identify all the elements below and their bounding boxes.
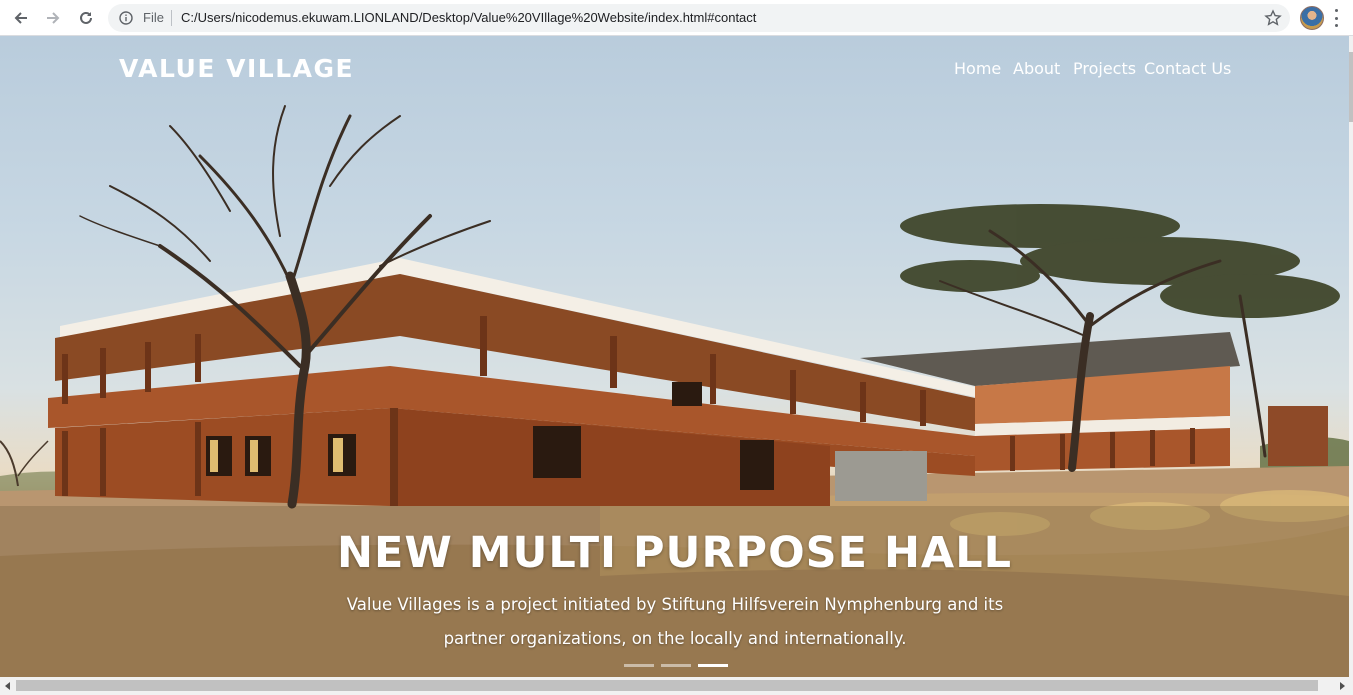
carousel-indicator-1[interactable] (624, 664, 654, 667)
menu-icon[interactable] (1334, 9, 1338, 27)
nav-about[interactable]: About (1013, 59, 1060, 78)
nav-contact[interactable]: Contact Us (1144, 59, 1231, 78)
hero-title: NEW MULTI PURPOSE HALL (336, 528, 1013, 578)
hero-carousel: VALUE VILLAGE Home About Projects Contac… (0, 36, 1349, 677)
file-label: File (143, 10, 164, 25)
carousel-indicator-3[interactable] (698, 664, 728, 667)
carousel-indicators (624, 664, 728, 667)
star-icon[interactable] (1264, 9, 1282, 27)
page-viewport: VALUE VILLAGE Home About Projects Contac… (0, 36, 1349, 677)
url-text[interactable]: C:/Users/nicodemus.ekuwam.LIONLAND/Deskt… (181, 10, 756, 25)
info-icon[interactable] (119, 11, 133, 25)
reload-icon[interactable] (74, 6, 98, 30)
scroll-right-icon[interactable] (1336, 680, 1348, 692)
omnibox-separator (171, 10, 172, 26)
hero-description: Value Villages is a project initiated by… (346, 595, 1004, 648)
carousel-indicator-2[interactable] (661, 664, 691, 667)
address-bar[interactable]: File C:/Users/nicodemus.ekuwam.LIONLAND/… (108, 4, 1290, 32)
back-icon[interactable] (9, 6, 33, 30)
horizontal-scroll-thumb[interactable] (16, 680, 1318, 691)
site-brand[interactable]: VALUE VILLAGE (119, 54, 354, 83)
vertical-scroll-thumb[interactable] (1349, 52, 1353, 122)
nav-home[interactable]: Home (954, 59, 1001, 78)
browser-toolbar: File C:/Users/nicodemus.ekuwam.LIONLAND/… (0, 0, 1353, 36)
profile-avatar[interactable] (1300, 6, 1324, 30)
horizontal-scrollbar[interactable] (0, 677, 1353, 695)
hero-photo (0, 105, 1349, 677)
scroll-left-icon[interactable] (2, 680, 14, 692)
nav-projects[interactable]: Projects (1073, 59, 1136, 78)
forward-icon[interactable] (41, 6, 65, 30)
vertical-scrollbar[interactable] (1349, 36, 1353, 677)
